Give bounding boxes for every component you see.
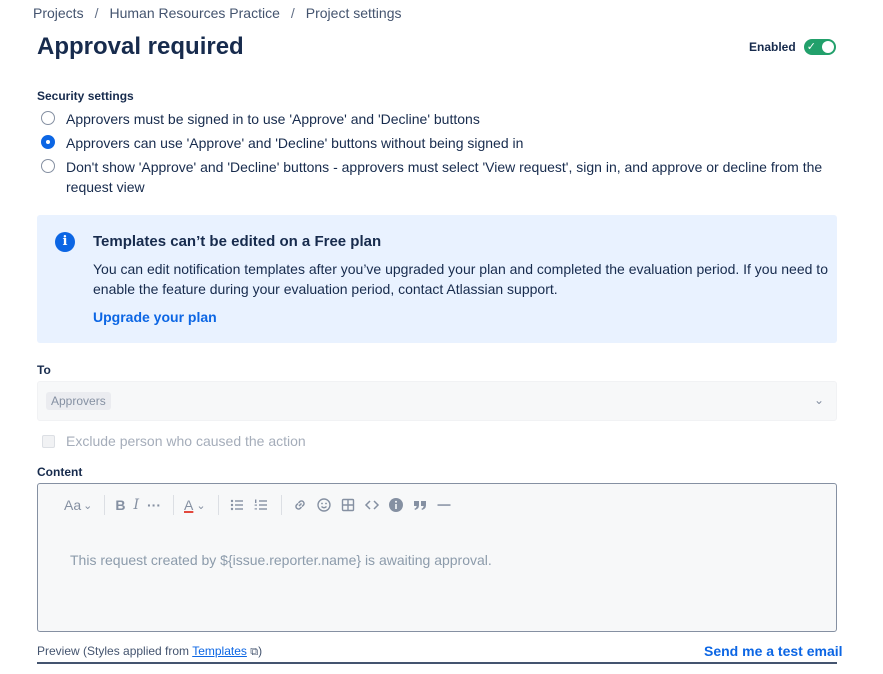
table-icon[interactable] xyxy=(340,497,356,513)
content-editor-text[interactable]: This request created by ${issue.reporter… xyxy=(70,552,492,568)
preview-frame xyxy=(37,662,837,674)
text-color-dropdown[interactable]: A ⌄ xyxy=(184,497,206,513)
preview-label-close: ) xyxy=(258,644,263,658)
preview-label: Preview (Styles applied from Templates ⧉… xyxy=(37,644,262,659)
breadcrumb-projects[interactable]: Projects xyxy=(33,5,84,21)
preview-label-text: Preview (Styles applied from xyxy=(37,644,190,658)
numbered-list-icon[interactable] xyxy=(253,497,269,513)
radio-button[interactable] xyxy=(41,111,55,125)
to-label: To xyxy=(37,363,51,377)
page-title: Approval required xyxy=(37,33,244,60)
templates-link[interactable]: Templates xyxy=(192,644,247,658)
breadcrumb-separator: / xyxy=(94,5,99,21)
bold-button[interactable]: B xyxy=(115,497,125,513)
text-style-dropdown[interactable]: Aa ⌄ xyxy=(64,497,92,513)
breadcrumb-project-settings[interactable]: Project settings xyxy=(306,5,402,21)
code-icon[interactable] xyxy=(364,497,380,513)
radio-button[interactable] xyxy=(41,159,55,173)
editor-toolbar: Aa ⌄ B I ··· A ⌄ xyxy=(64,494,460,516)
toolbar-divider xyxy=(280,495,282,515)
exclude-label: Exclude person who caused the action xyxy=(66,433,306,449)
info-panel-icon[interactable] xyxy=(388,497,404,513)
toggle-knob xyxy=(821,41,834,53)
exclude-actor-option[interactable]: Exclude person who caused the action xyxy=(42,433,306,449)
more-formatting-button[interactable]: ··· xyxy=(147,497,161,513)
security-option-no-sign-in[interactable]: Approvers can use 'Approve' and 'Decline… xyxy=(41,133,523,153)
recipient-chip: Approvers xyxy=(46,392,111,410)
toolbar-divider xyxy=(217,495,219,515)
send-test-email-link[interactable]: Send me a test email xyxy=(704,643,843,659)
to-recipients-select[interactable]: Approvers ⌄ xyxy=(37,381,837,421)
upgrade-plan-link[interactable]: Upgrade your plan xyxy=(93,309,217,325)
security-option-signed-in[interactable]: Approvers must be signed in to use 'Appr… xyxy=(41,109,480,129)
security-option-label: Approvers must be signed in to use 'Appr… xyxy=(66,111,480,127)
free-plan-info-panel: i Templates can’t be edited on a Free pl… xyxy=(37,215,837,343)
security-option-hide-buttons[interactable]: Don't show 'Approve' and 'Decline' butto… xyxy=(41,157,831,197)
info-panel-title: Templates can’t be edited on a Free plan xyxy=(93,233,382,250)
breadcrumb-project[interactable]: Human Resources Practice xyxy=(109,5,279,21)
italic-button[interactable]: I xyxy=(133,497,139,513)
content-editor[interactable]: Aa ⌄ B I ··· A ⌄ This request created by… xyxy=(37,483,837,632)
chevron-down-icon: ⌄ xyxy=(196,499,206,512)
check-icon: ✓ xyxy=(806,41,816,53)
breadcrumb-separator: / xyxy=(290,5,295,21)
enabled-toggle-group: Enabled ✓ xyxy=(749,39,836,55)
emoji-icon[interactable] xyxy=(316,497,332,513)
text-style-icon: Aa xyxy=(64,497,82,513)
info-icon: i xyxy=(55,232,75,252)
toolbar-divider xyxy=(104,495,106,515)
chevron-down-icon: ⌄ xyxy=(813,393,824,407)
toolbar-divider xyxy=(173,495,174,515)
exclude-checkbox[interactable] xyxy=(42,434,55,448)
quote-icon[interactable] xyxy=(412,497,428,513)
security-settings-label: Security settings xyxy=(37,89,134,103)
external-link-icon: ⧉ xyxy=(250,646,259,658)
radio-button-selected[interactable] xyxy=(41,135,55,149)
text-color-icon: A xyxy=(184,497,194,513)
breadcrumb: Projects / Human Resources Practice / Pr… xyxy=(33,5,401,21)
enabled-label: Enabled xyxy=(749,40,796,54)
security-option-label: Approvers can use 'Approve' and 'Decline… xyxy=(66,135,524,151)
link-icon[interactable] xyxy=(292,497,308,513)
bullet-list-icon[interactable] xyxy=(229,497,245,513)
security-option-label: Don't show 'Approve' and 'Decline' butto… xyxy=(66,159,823,195)
chevron-down-icon: ⌄ xyxy=(83,499,93,512)
enabled-toggle[interactable]: ✓ xyxy=(803,39,836,55)
content-label: Content xyxy=(37,465,83,479)
info-panel-body: You can edit notification templates afte… xyxy=(93,261,828,297)
divider-icon[interactable] xyxy=(436,497,452,513)
